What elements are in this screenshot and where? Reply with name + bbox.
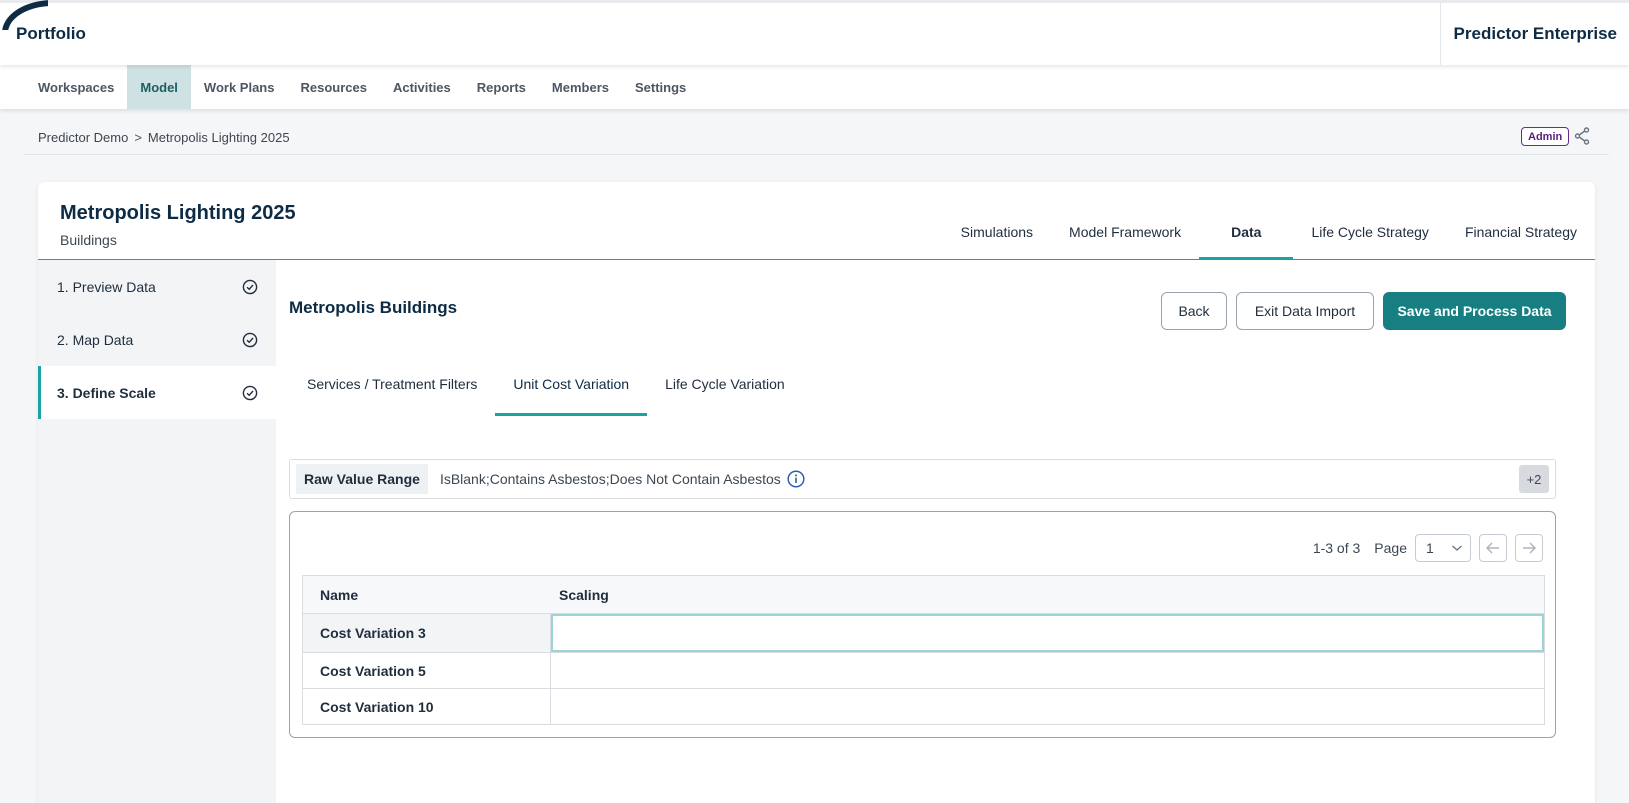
breadcrumb-divider xyxy=(24,154,1609,155)
role-badge: Admin xyxy=(1521,127,1570,146)
pagination-summary: 1-3 of 3 xyxy=(1312,540,1361,556)
raw-value-range-label: Raw Value Range xyxy=(296,464,428,494)
breadcrumb-item-model: Metropolis Lighting 2025 xyxy=(147,130,290,145)
scaling-table-panel: 1-3 of 3 Page 1 Name Scaling Cost Variat… xyxy=(289,511,1556,738)
page-select[interactable]: 1 xyxy=(1415,534,1471,562)
nav-item-model[interactable]: Model xyxy=(127,65,191,109)
tab-unit-cost-variation[interactable]: Unit Cost Variation xyxy=(495,376,648,416)
scaling-cell[interactable] xyxy=(551,689,1544,724)
model-subtitle: Buildings xyxy=(60,232,117,248)
step-label: 1. Preview Data xyxy=(57,278,156,295)
more-values-badge[interactable]: +2 xyxy=(1519,465,1549,493)
check-circle-icon xyxy=(242,332,258,347)
arrow-left-icon xyxy=(1486,542,1499,554)
table-row[interactable]: Cost Variation 10 xyxy=(303,688,1544,724)
breadcrumb: Predictor Demo > Metropolis Lighting 202… xyxy=(38,130,290,145)
row-name: Cost Variation 5 xyxy=(303,653,551,688)
chevron-down-icon xyxy=(1452,545,1462,551)
model-card: Metropolis Lighting 2025 Buildings Simul… xyxy=(38,182,1595,803)
step-label: 3. Define Scale xyxy=(57,384,156,401)
nav-item-settings[interactable]: Settings xyxy=(622,65,699,109)
table-row[interactable]: Cost Variation 3 xyxy=(303,613,1544,652)
main-nav: Workspaces Model Work Plans Resources Ac… xyxy=(0,65,1629,109)
column-header-scaling[interactable]: Scaling xyxy=(551,576,1544,613)
table-header-row: Name Scaling xyxy=(303,576,1544,613)
row-name: Cost Variation 10 xyxy=(303,689,551,724)
tab-data[interactable]: Data xyxy=(1199,212,1294,260)
breadcrumb-item-workspace[interactable]: Predictor Demo xyxy=(38,130,128,145)
tab-life-cycle-strategy[interactable]: Life Cycle Strategy xyxy=(1293,212,1447,260)
steps-sidebar: 1. Preview Data 2. Map Data 3. Define Sc… xyxy=(38,260,276,803)
page-label: Page xyxy=(1374,540,1407,556)
check-circle-icon xyxy=(242,385,258,400)
save-and-process-button[interactable]: Save and Process Data xyxy=(1383,292,1566,330)
tab-model-framework[interactable]: Model Framework xyxy=(1051,212,1199,260)
row-name: Cost Variation 3 xyxy=(303,614,551,652)
check-circle-icon xyxy=(242,279,258,294)
raw-value-range-bar: Raw Value Range IsBlank;Contains Asbesto… xyxy=(289,459,1556,499)
tab-life-cycle-variation[interactable]: Life Cycle Variation xyxy=(647,376,803,416)
product-name: Predictor Enterprise xyxy=(1440,3,1629,65)
breadcrumb-separator: > xyxy=(134,130,142,145)
step-map-data[interactable]: 2. Map Data xyxy=(38,313,276,366)
next-page-button[interactable] xyxy=(1515,534,1543,562)
nav-item-resources[interactable]: Resources xyxy=(287,65,379,109)
nav-item-members[interactable]: Members xyxy=(539,65,622,109)
scaling-cell[interactable] xyxy=(551,614,1544,652)
nav-item-reports[interactable]: Reports xyxy=(464,65,539,109)
pagination: 1-3 of 3 Page 1 xyxy=(1313,534,1543,562)
nav-item-workspaces[interactable]: Workspaces xyxy=(25,65,127,109)
column-header-name[interactable]: Name xyxy=(303,576,551,613)
scaling-cell[interactable] xyxy=(551,653,1544,688)
step-label: 2. Map Data xyxy=(57,331,134,348)
page-select-value: 1 xyxy=(1426,540,1434,556)
step-preview-data[interactable]: 1. Preview Data xyxy=(38,260,276,313)
nav-item-activities[interactable]: Activities xyxy=(380,65,464,109)
scale-sub-tabs: Services / Treatment Filters Unit Cost V… xyxy=(289,376,803,416)
section-title: Metropolis Buildings xyxy=(289,298,458,317)
share-icon[interactable] xyxy=(1574,127,1590,145)
back-button[interactable]: Back xyxy=(1161,292,1227,330)
tab-simulations[interactable]: Simulations xyxy=(943,212,1051,260)
step-define-scale[interactable]: 3. Define Scale xyxy=(38,366,276,419)
model-title: Metropolis Lighting 2025 xyxy=(60,202,296,224)
previous-page-button[interactable] xyxy=(1479,534,1507,562)
exit-data-import-button[interactable]: Exit Data Import xyxy=(1236,292,1374,330)
model-tabs: Simulations Model Framework Data Life Cy… xyxy=(943,212,1595,260)
table-row[interactable]: Cost Variation 5 xyxy=(303,652,1544,688)
top-header: Portfolio Predictor Enterprise xyxy=(0,0,1629,65)
info-icon[interactable] xyxy=(787,470,805,488)
tab-financial-strategy[interactable]: Financial Strategy xyxy=(1447,212,1595,260)
tab-services-treatment-filters[interactable]: Services / Treatment Filters xyxy=(289,376,495,416)
raw-value-range-values: IsBlank;Contains Asbestos;Does Not Conta… xyxy=(439,471,781,487)
scaling-table: Name Scaling Cost Variation 3 Cost Varia… xyxy=(302,575,1545,725)
app-title: Portfolio xyxy=(16,24,86,43)
nav-item-work-plans[interactable]: Work Plans xyxy=(191,65,288,109)
arrow-right-icon xyxy=(1523,542,1536,554)
